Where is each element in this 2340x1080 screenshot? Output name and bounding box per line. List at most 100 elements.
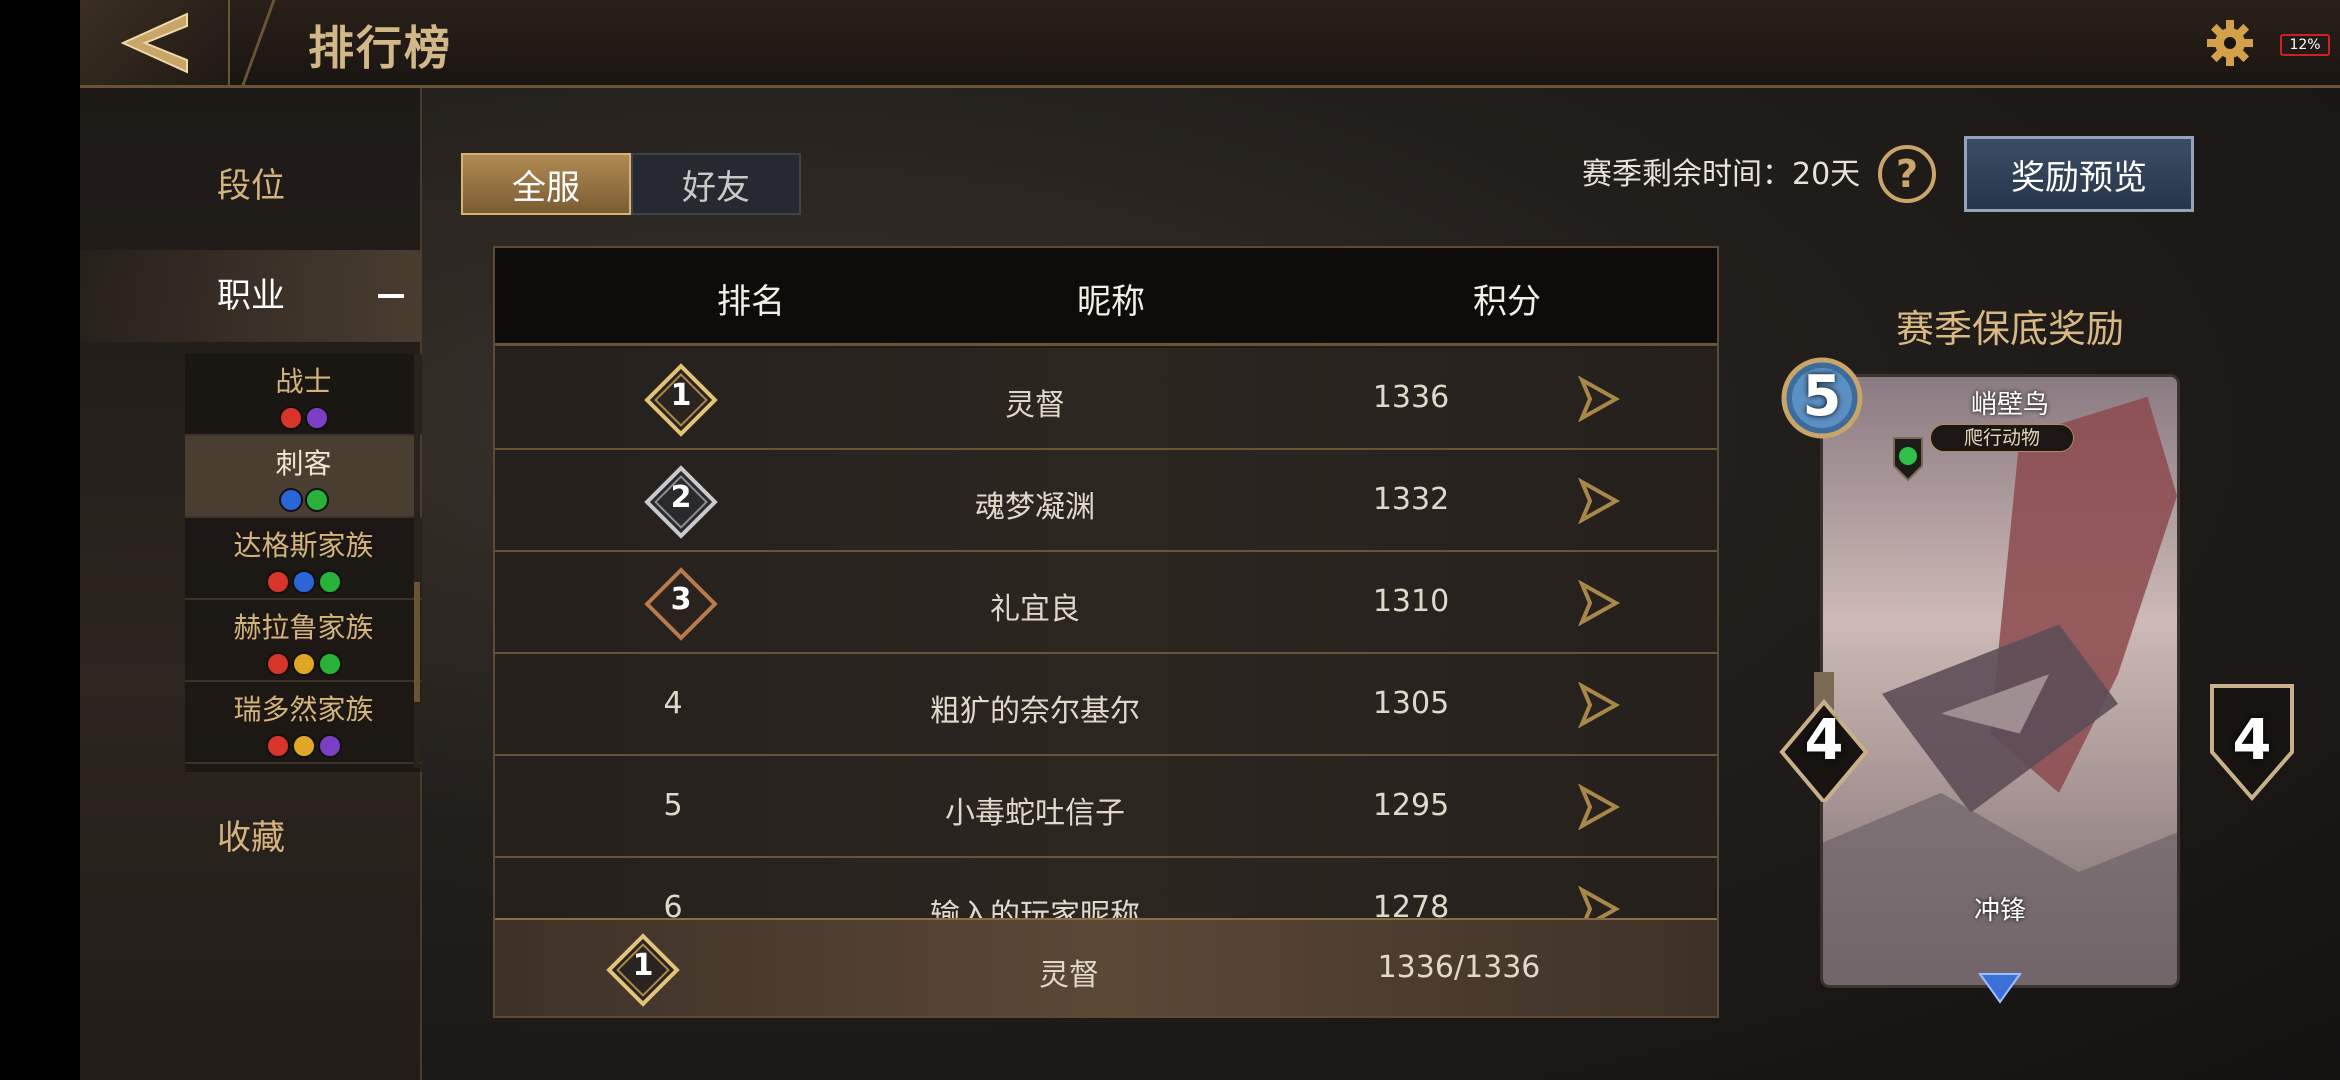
player-name: 魂梦凝渊 <box>975 490 1095 525</box>
page-title: 排行榜 <box>308 21 452 75</box>
sidebar-item-collection[interactable]: 收藏 <box>80 810 422 870</box>
card-health: 4 <box>2232 708 2272 773</box>
class-color-dots <box>185 406 422 430</box>
my-rank-row: 1 1336/1336 灵督 <box>495 918 1717 1016</box>
settings-gear-icon[interactable] <box>2205 18 2255 68</box>
battery-indicator: 12% <box>2280 34 2330 56</box>
tab-friends[interactable]: 好友 <box>631 153 801 215</box>
class-item-ruiduoran[interactable]: 瑞多然家族 <box>185 682 422 764</box>
yellow-gem-icon <box>291 734 316 758</box>
rank-number: 1 <box>670 378 692 413</box>
table-header: 排名 昵称 积分 <box>495 248 1717 346</box>
card-cost: 5 <box>1802 364 1842 429</box>
purple-gem-icon <box>317 734 342 758</box>
chevron-right-icon[interactable] <box>1578 376 1620 422</box>
class-item-label: 刺客 <box>275 447 332 480</box>
player-score: 1336 <box>1372 380 1450 415</box>
class-color-dots <box>185 652 422 676</box>
season-remaining-time: 赛季剩余时间：20天 <box>1582 157 1861 192</box>
class-item-label: 瑞多然家族 <box>233 693 374 726</box>
card-attack: 4 <box>1804 708 1844 773</box>
green-gem-icon <box>317 652 342 676</box>
sidebar-item-class[interactable]: 职业 <box>80 250 422 342</box>
card-type: 爬行动物 <box>1930 424 2074 452</box>
sidebar: 段位 职业 战士 刺客 达格斯家族 赫拉鲁家族 瑞多然家族 收藏 <box>80 88 422 1080</box>
player-score: 1332 <box>1372 482 1450 517</box>
blue-gem-icon <box>291 570 316 594</box>
player-score: 1310 <box>1372 584 1450 619</box>
title-divider <box>224 0 276 85</box>
class-color-dots <box>185 734 422 758</box>
sidebar-item-label: 收藏 <box>217 818 285 858</box>
table-row[interactable]: 3 礼宜良 1310 <box>495 552 1717 654</box>
player-score: 1295 <box>1372 788 1450 823</box>
class-item-label: 赫拉鲁家族 <box>233 611 374 644</box>
green-gem-icon <box>317 570 342 594</box>
tab-all-server[interactable]: 全服 <box>461 153 631 215</box>
chevron-right-icon[interactable] <box>1578 580 1620 626</box>
class-item-hilaru[interactable]: 赫拉鲁家族 <box>185 600 422 682</box>
reward-preview-button[interactable]: 奖励预览 <box>1964 136 2194 212</box>
blue-gem-icon <box>278 488 303 512</box>
my-name: 灵督 <box>1039 958 1099 993</box>
top-bar: 排行榜 12% <box>80 0 2340 88</box>
help-question-icon[interactable]: ? <box>1878 145 1936 203</box>
chevron-right-icon[interactable] <box>1578 784 1620 830</box>
red-gem-icon <box>265 734 290 758</box>
player-name: 灵督 <box>1005 388 1065 423</box>
rank-number: 2 <box>670 480 692 515</box>
card-name: 峭壁鸟 <box>1970 390 2049 420</box>
season-reward-title: 赛季保底奖励 <box>1895 307 2124 351</box>
chevron-right-icon[interactable] <box>1578 682 1620 728</box>
leaderboard-screen: 排行榜 12% 段位 职业 战士 刺客 达格斯家族 赫拉鲁家族 瑞多然家族 收藏… <box>80 0 2340 1080</box>
class-item-assassin[interactable]: 刺客 <box>185 436 422 518</box>
sublist-scroll-track[interactable] <box>414 354 420 768</box>
green-gem-icon <box>304 488 329 512</box>
green-gem-icon <box>1893 437 1923 482</box>
class-color-dots <box>185 570 422 594</box>
sidebar-item-label: 段位 <box>217 166 285 206</box>
header-rank: 排名 <box>717 282 785 322</box>
rank-number: 5 <box>663 788 683 823</box>
class-item-label: 战士 <box>275 365 332 398</box>
red-gem-icon <box>265 652 290 676</box>
sidebar-item-label: 职业 <box>217 276 285 316</box>
sidebar-item-rank[interactable]: 段位 <box>80 158 422 218</box>
table-row[interactable]: 5 小毒蛇吐信子 1295 <box>495 756 1717 858</box>
player-name: 小毒蛇吐信子 <box>945 796 1125 831</box>
table-row[interactable]: 2 魂梦凝渊 1332 <box>495 450 1717 552</box>
table-row[interactable]: 6 输入的玩家昵称 1278 <box>495 858 1717 920</box>
chevron-down-icon[interactable] <box>1978 970 2022 1004</box>
player-name: 礼宜良 <box>990 592 1080 627</box>
chevron-right-icon[interactable] <box>1578 886 1620 920</box>
back-arrow-icon <box>120 11 188 74</box>
player-name: 输入的玩家昵称 <box>930 898 1140 920</box>
red-gem-icon <box>278 406 303 430</box>
yellow-gem-icon <box>291 652 316 676</box>
table-row[interactable]: 1 灵督 1336 <box>495 348 1717 450</box>
header-name: 昵称 <box>1077 282 1145 322</box>
chevron-right-icon[interactable] <box>1578 478 1620 524</box>
sublist-scroll-thumb[interactable] <box>414 582 420 702</box>
my-score: 1336/1336 <box>1377 950 1541 985</box>
card-ability-text: 冲锋 <box>1973 896 2026 926</box>
class-color-dots <box>185 488 422 512</box>
class-sublist[interactable]: 战士 刺客 达格斯家族 赫拉鲁家族 瑞多然家族 <box>185 354 422 772</box>
back-button[interactable] <box>80 0 230 85</box>
player-score: 1278 <box>1372 890 1450 920</box>
class-item-dargs[interactable]: 达格斯家族 <box>185 518 422 600</box>
rank-number: 6 <box>663 890 683 920</box>
player-score: 1305 <box>1372 686 1450 721</box>
purple-gem-icon <box>304 406 329 430</box>
collapse-dash-icon <box>378 294 404 298</box>
class-item-warrior[interactable]: 战士 <box>185 354 422 436</box>
red-gem-icon <box>265 570 290 594</box>
my-rank-number: 1 <box>632 948 654 983</box>
header-score: 积分 <box>1473 282 1541 322</box>
class-item-label: 达格斯家族 <box>233 529 374 562</box>
ranking-rows[interactable]: 1 灵督 1336 2 魂梦凝渊 1332 3 礼宜良 1310 4 粗犷的奈尔… <box>495 348 1717 920</box>
table-row[interactable]: 4 粗犷的奈尔基尔 1305 <box>495 654 1717 756</box>
player-name: 粗犷的奈尔基尔 <box>930 694 1140 729</box>
rank-number: 4 <box>663 686 683 721</box>
ranking-table: 排名 昵称 积分 1 灵督 1336 2 魂梦凝渊 1332 3 礼宜良 131… <box>493 246 1719 1018</box>
